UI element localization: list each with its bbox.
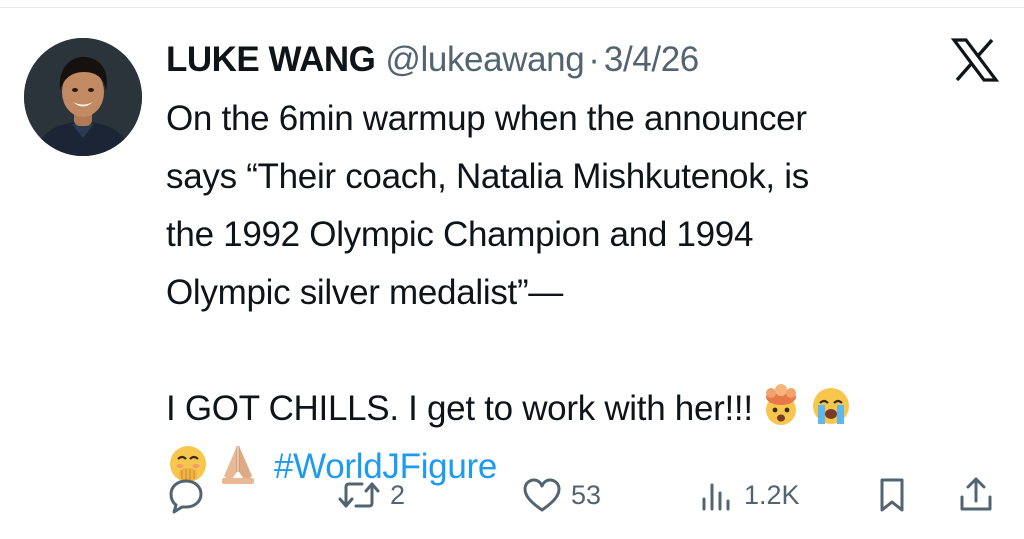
views-button[interactable]: 1.2K (696, 470, 800, 520)
tweet-date[interactable]: 3/4/26 (604, 38, 699, 82)
bookmark-button[interactable] (872, 470, 912, 520)
display-name[interactable]: LUKE WANG (166, 38, 376, 82)
views-count: 1.2K (744, 479, 800, 510)
avatar[interactable] (24, 38, 142, 156)
tweet-actions: 2 53 1.2K (166, 470, 1002, 520)
tweet-text-line: says “Their coach, Natalia Mishkutenok, … (166, 157, 809, 196)
repost-icon (336, 475, 382, 515)
loudly-crying-face-emoji (809, 384, 853, 428)
exploding-head-emoji (759, 384, 803, 428)
share-button[interactable] (956, 470, 996, 520)
reply-button[interactable] (166, 470, 214, 520)
like-count: 53 (571, 479, 602, 510)
repost-count: 2 (390, 479, 406, 510)
views-icon (696, 475, 736, 515)
tweet-card[interactable]: LUKE WANG @lukeawang · 3/4/26 On the 6mi… (0, 0, 1024, 539)
x-logo-icon (950, 38, 1000, 82)
like-icon (521, 475, 563, 515)
tweet-text-line: Olympic silver medalist”— (166, 273, 563, 312)
user-handle[interactable]: @lukeawang (385, 38, 584, 82)
tweet-text-line-with-emoji: I GOT CHILLS. I get to work with her!!! (166, 380, 966, 438)
bookmark-icon (872, 475, 912, 515)
like-button[interactable]: 53 (521, 470, 601, 520)
tweet-text-line: On the 6min warmup when the announcer (166, 99, 807, 138)
reply-icon (166, 475, 206, 515)
repost-button[interactable]: 2 (336, 470, 405, 520)
share-icon (956, 475, 996, 515)
tweet-text-line: the 1992 Olympic Champion and 1994 (166, 215, 754, 254)
tweet-header: LUKE WANG @lukeawang · 3/4/26 (166, 38, 699, 82)
tweet-text: On the 6min warmup when the announcer sa… (166, 90, 966, 496)
tweet-text-line: I GOT CHILLS. I get to work with her!!! (166, 389, 753, 428)
separator-dot: · (588, 40, 600, 79)
